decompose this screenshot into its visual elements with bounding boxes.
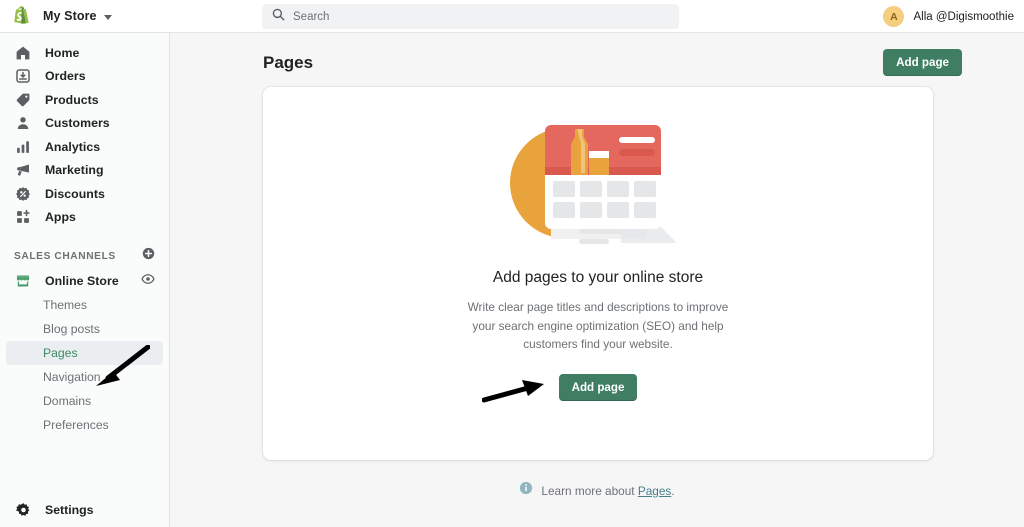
store-name-label: My Store [43, 9, 97, 23]
learn-more-footer: Learn more about Pages. [170, 481, 1024, 500]
sidebar-item-preferences[interactable]: Preferences [6, 413, 163, 437]
marketing-megaphone-icon [14, 161, 32, 179]
arrow-pointing-to-pages-nav [88, 344, 151, 396]
search-input[interactable]: Search [262, 4, 679, 29]
sidebar-item-themes[interactable]: Themes [6, 293, 163, 317]
pages-help-link[interactable]: Pages [638, 484, 671, 498]
sidebar-item-label: Pages [43, 346, 78, 360]
discount-badge-icon [14, 185, 32, 203]
sidebar-item-online-store[interactable]: Online Store [6, 269, 163, 293]
chevron-down-icon[interactable] [103, 14, 112, 20]
search-placeholder: Search [293, 10, 330, 23]
sidebar-item-settings[interactable]: Settings [0, 501, 170, 519]
sidebar-item-blog-posts[interactable]: Blog posts [6, 317, 163, 341]
plus-circle-icon[interactable] [142, 247, 155, 265]
empty-state-card: Add pages to your online store Write cle… [263, 87, 933, 460]
apps-grid-plus-icon [14, 208, 32, 226]
home-icon [14, 44, 32, 62]
footer-period: . [671, 483, 675, 498]
user-menu[interactable]: A Alla @Digismoothie [883, 0, 1014, 33]
page-header: Pages Add page [170, 33, 1024, 76]
add-page-button-empty-state[interactable]: Add page [558, 373, 638, 401]
product-tag-icon [14, 91, 32, 109]
orders-inbox-icon [14, 67, 32, 85]
sidebar: Home Orders Products Customers Analytics… [0, 33, 170, 527]
sidebar-item-label: Settings [45, 503, 94, 517]
primary-nav: Home Orders Products Customers Analytics… [0, 33, 169, 229]
sidebar-item-label: Analytics [45, 139, 101, 154]
sidebar-item-home[interactable]: Home [6, 41, 163, 65]
empty-state-title: Add pages to your online store [492, 269, 704, 286]
sidebar-item-label: Apps [45, 210, 76, 225]
avatar: A [883, 6, 905, 27]
shopify-bag-icon [12, 5, 31, 27]
sidebar-item-orders[interactable]: Orders [6, 65, 163, 89]
sales-channels-title: SALES CHANNELS [14, 250, 116, 262]
sidebar-item-label: Home [45, 45, 80, 60]
gear-icon [14, 501, 32, 519]
empty-state-description: Write clear page titles and descriptions… [467, 300, 729, 351]
customer-person-icon [14, 114, 32, 132]
sidebar-item-discounts[interactable]: Discounts [6, 182, 163, 206]
sidebar-item-label: Online Store [45, 274, 119, 288]
eye-icon[interactable] [141, 272, 155, 291]
pages-empty-state-illustration [493, 105, 703, 255]
sidebar-item-products[interactable]: Products [6, 88, 163, 112]
sidebar-item-apps[interactable]: Apps [6, 206, 163, 230]
sidebar-item-label: Domains [43, 394, 92, 408]
sidebar-item-label: Preferences [43, 418, 109, 432]
page-title: Pages [263, 52, 314, 72]
sidebar-item-label: Orders [45, 69, 86, 84]
info-circle-icon [519, 481, 533, 500]
sidebar-item-label: Products [45, 92, 99, 107]
sidebar-item-label: Themes [43, 298, 88, 312]
sales-channels-header: SALES CHANNELS [0, 245, 169, 267]
sidebar-item-marketing[interactable]: Marketing [6, 159, 163, 183]
sidebar-item-label: Marketing [45, 163, 104, 178]
sidebar-item-analytics[interactable]: Analytics [6, 135, 163, 159]
learn-more-label: Learn more about [541, 483, 635, 498]
arrow-pointing-to-add-page-button [481, 378, 550, 411]
user-name-label: Alla @Digismoothie [913, 10, 1014, 23]
empty-state-cta-wrap: Add page [481, 373, 638, 402]
sidebar-item-label: Customers [45, 116, 110, 131]
store-switcher[interactable]: My Store [0, 5, 170, 27]
sidebar-item-label: Discounts [45, 186, 105, 201]
top-bar: My Store Search A Alla @Digismoothie [0, 0, 1024, 33]
sidebar-item-label: Blog posts [43, 322, 100, 336]
learn-more-text: Learn more about Pages. [541, 484, 674, 498]
analytics-bars-icon [14, 138, 32, 156]
search-icon [272, 8, 285, 26]
sidebar-item-customers[interactable]: Customers [6, 112, 163, 136]
storefront-icon [14, 272, 32, 290]
main-content: Pages Add page Add pages to your online … [170, 33, 1024, 527]
add-page-button-header[interactable]: Add page [883, 49, 962, 76]
